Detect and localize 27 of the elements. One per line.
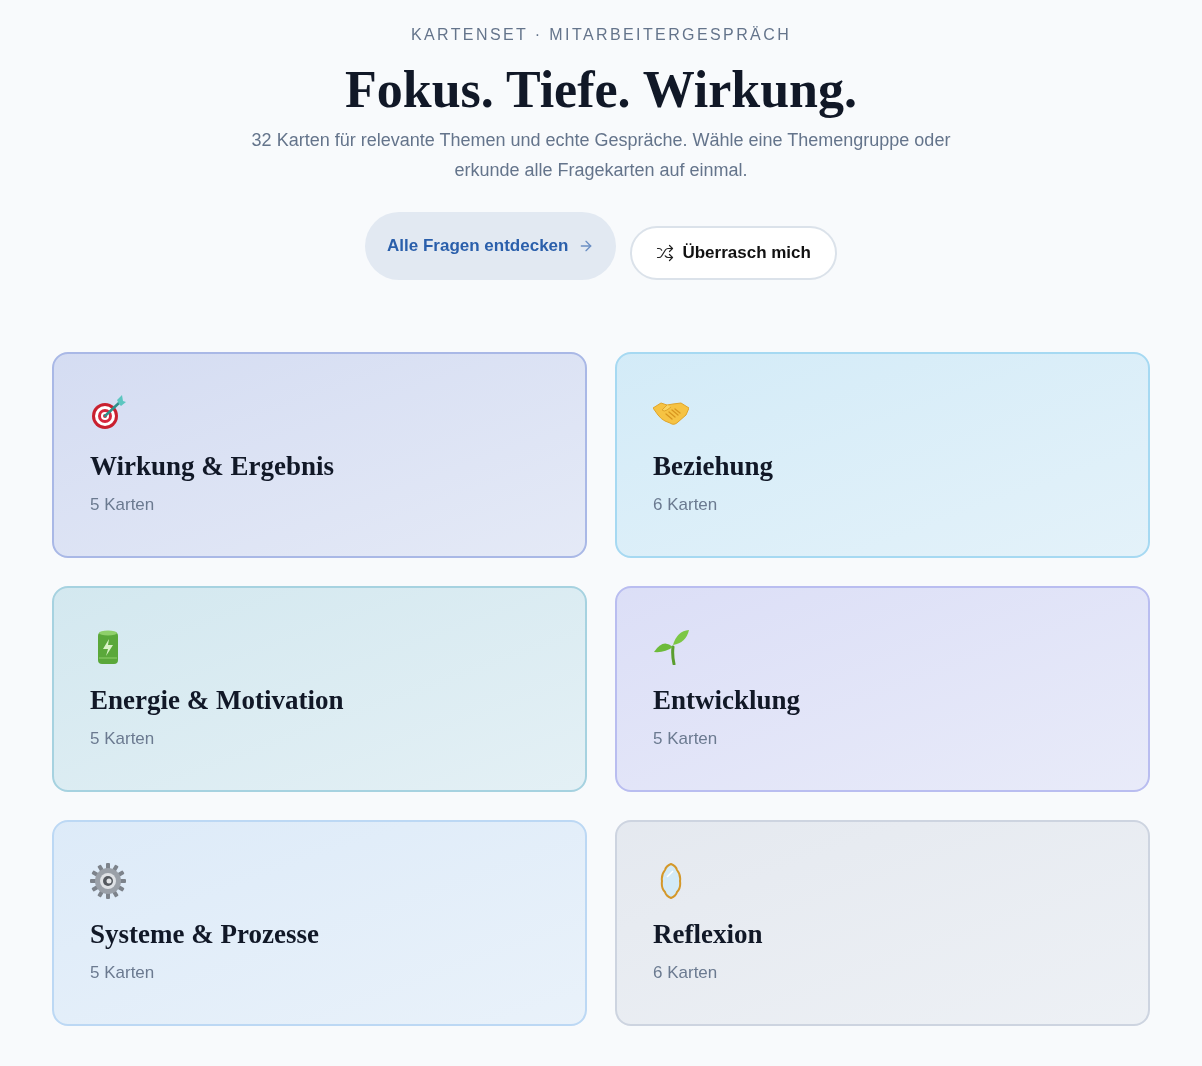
card-count: 6 Karten xyxy=(653,494,718,516)
topic-card[interactable]: Systeme & Prozesse 5 Karten xyxy=(52,820,587,1026)
shuffle-button[interactable]: Überrasch mich xyxy=(630,226,837,280)
topic-title: Wirkung & Ergebnis xyxy=(90,450,335,483)
topic-card[interactable]: Beziehung 6 Karten xyxy=(615,352,1150,558)
topic-card[interactable]: Entwicklung 5 Karten xyxy=(615,586,1150,792)
eyebrow-label: KARTENSET · MITARBEITERGESPRÄCH xyxy=(410,25,792,45)
gear-icon xyxy=(90,863,126,899)
topic-title: Energie & Motivation xyxy=(90,684,344,717)
topic-card[interactable]: Reflexion 6 Karten xyxy=(615,820,1150,1026)
page-title: Fokus. Tiefe. Wirkung. xyxy=(345,60,857,120)
topic-card[interactable]: Energie & Motivation 5 Karten xyxy=(52,586,587,792)
topic-title: Beziehung xyxy=(653,450,773,483)
card-count: 5 Karten xyxy=(90,728,155,750)
topic-card[interactable]: Wirkung & Ergebnis 5 Karten xyxy=(52,352,587,558)
page-subtitle: 32 Karten für relevante Themen und echte Gespräche. Wähle eine Themengruppe oder erkunde alle Fragekarten auf einmal. xyxy=(250,129,952,182)
card-count: 6 Karten xyxy=(653,962,718,984)
sprout-icon xyxy=(653,629,689,665)
topic-title: Entwicklung xyxy=(653,684,801,717)
card-count: 5 Karten xyxy=(90,494,155,516)
target-icon xyxy=(90,395,126,431)
shuffle-icon xyxy=(656,244,675,262)
discover-button[interactable]: Alle Fragen entdecken xyxy=(365,212,617,280)
card-count: 5 Karten xyxy=(90,962,155,984)
card-count: 5 Karten xyxy=(653,728,718,750)
topic-title: Systeme & Prozesse xyxy=(90,918,319,951)
topic-title: Reflexion xyxy=(653,918,763,951)
